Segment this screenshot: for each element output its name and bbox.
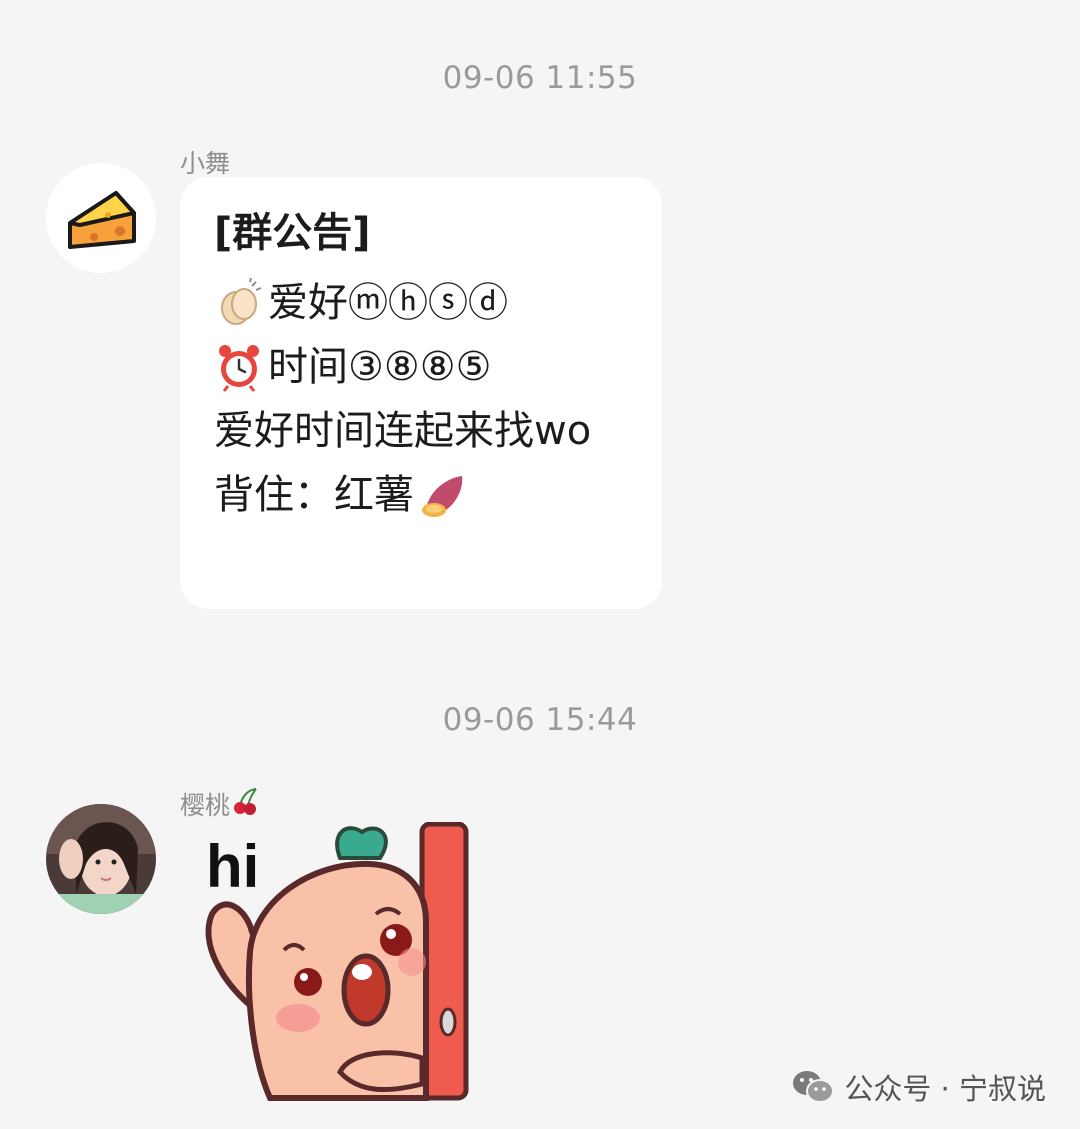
password-text: 背住：红薯 xyxy=(214,472,414,518)
announcement-line: 背住：红薯 xyxy=(214,463,662,527)
sticker-text: hi xyxy=(206,833,260,900)
wechat-icon xyxy=(793,1071,835,1103)
hobby-text: 爱好ⓜⓗⓢⓓ xyxy=(268,280,508,326)
sender-name-row: 樱桃 xyxy=(180,786,262,822)
instruction-text: 爱好时间连起来找wo xyxy=(214,408,592,454)
time-text: 时间③⑧⑧⑤ xyxy=(268,344,492,390)
avatar[interactable] xyxy=(46,163,156,273)
timestamp: 09-06 11:55 xyxy=(442,60,638,96)
sender-name: 小舞 xyxy=(180,149,231,178)
announcement-title: [群公告] xyxy=(214,210,371,256)
watermark-text: 公众号 · 宁叔说 xyxy=(844,1072,1046,1106)
clapping-hands-icon xyxy=(214,277,264,328)
girl-photo-avatar xyxy=(46,804,156,914)
sender-name: 樱桃 xyxy=(180,791,231,820)
alarm-clock-icon xyxy=(214,342,264,392)
cheese-icon xyxy=(46,163,156,273)
announcement-bubble[interactable]: [群公告] 爱好ⓜⓗⓢⓓ 时间③⑧⑧⑤ 爱好时间连起来找wo 背住：红薯 xyxy=(180,177,662,609)
timestamp: 09-06 15:44 xyxy=(442,702,638,738)
avatar[interactable] xyxy=(46,804,156,914)
announcement-line: 爱好ⓜⓗⓢⓓ xyxy=(214,271,662,335)
sweet-potato-icon xyxy=(418,470,468,520)
watermark: 公众号 · 宁叔说 xyxy=(792,1066,1046,1108)
announcement-line: 时间③⑧⑧⑤ xyxy=(214,335,662,399)
announcement-line: 爱好时间连起来找wo xyxy=(214,399,662,463)
cherry-icon xyxy=(232,786,262,822)
